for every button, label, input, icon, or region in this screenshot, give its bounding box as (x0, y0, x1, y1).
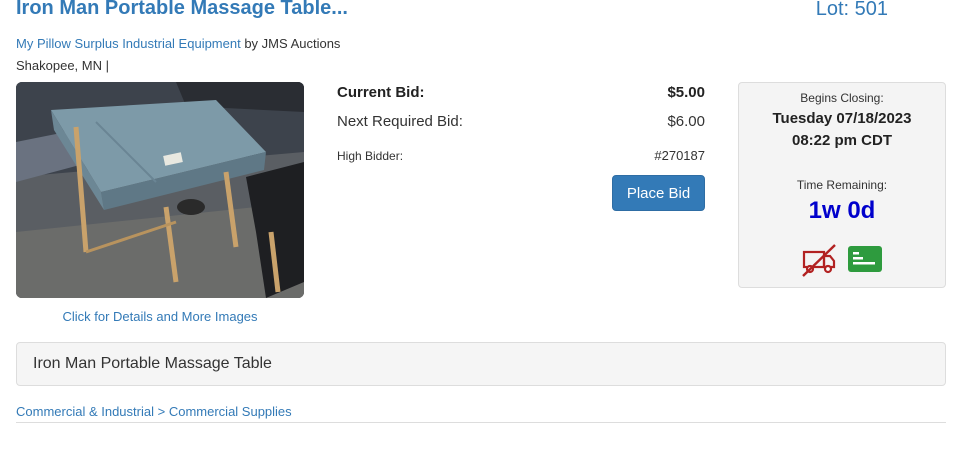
auctioneer-text: by JMS Auctions (240, 36, 341, 51)
massage-table-photo (16, 82, 304, 298)
seller-link[interactable]: My Pillow Surplus Industrial Equipment (16, 36, 241, 51)
details-link[interactable]: Click for Details and More Images (16, 309, 304, 324)
no-shipping-icon[interactable] (801, 242, 837, 278)
time-remaining-value: 1w 0d (808, 197, 876, 224)
breadcrumb-separator: > (157, 404, 166, 419)
divider (16, 422, 946, 423)
next-bid-row: Next Required Bid: $6.00 (337, 113, 705, 130)
category-commercial-industrial-link[interactable]: Commercial & Industrial (16, 404, 154, 419)
high-bidder-row: High Bidder: #270187 (337, 148, 705, 163)
lot-number: Lot: 501 (815, 0, 888, 20)
category-breadcrumb: Commercial & Industrial > Commercial Sup… (16, 404, 292, 419)
current-bid-value: $5.00 (667, 84, 705, 101)
seller-line: My Pillow Surplus Industrial Equipment b… (16, 36, 340, 51)
location-text: Shakopee, MN | (16, 58, 109, 73)
listing-title-link[interactable]: Iron Man Portable Massage Table... (16, 0, 348, 20)
description-text: Iron Man Portable Massage Table (33, 355, 272, 372)
closing-time: 08:22 pm CDT (791, 132, 893, 149)
item-photo[interactable] (16, 82, 304, 298)
high-bidder-label: High Bidder: (337, 149, 404, 163)
closing-info-panel: Begins Closing: Tuesday 07/18/2023 08:22… (738, 82, 946, 288)
payment-card-icon[interactable] (848, 246, 882, 272)
time-remaining-label: Time Remaining: (796, 178, 888, 192)
current-bid-label: Current Bid: (337, 84, 425, 101)
next-bid-value: $6.00 (667, 113, 705, 130)
category-commercial-supplies-link[interactable]: Commercial Supplies (169, 404, 292, 419)
place-bid-button[interactable]: Place Bid (612, 175, 705, 211)
closing-date: Tuesday 07/18/2023 (772, 110, 912, 127)
high-bidder-value: #270187 (654, 148, 705, 163)
current-bid-row: Current Bid: $5.00 (337, 84, 705, 101)
description-panel: Iron Man Portable Massage Table (16, 342, 946, 386)
begins-closing-label: Begins Closing: (800, 91, 884, 105)
next-bid-label: Next Required Bid: (337, 113, 463, 130)
